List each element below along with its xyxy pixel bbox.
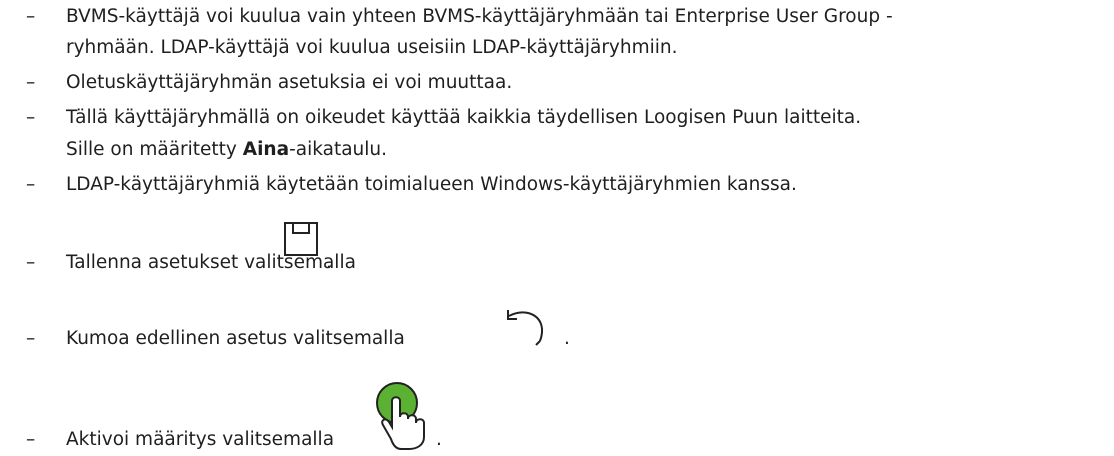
sentence-period: . [326,252,332,273]
bullet-dash: – [26,429,36,450]
bold-term: Aina [242,139,290,160]
item-text: Kumoa edellinen asetus valitsemalla [66,328,405,349]
bullet-dash: – [26,72,36,93]
save-icon [284,222,318,256]
bullet-dash: – [26,107,36,128]
bullet-dash: – [26,174,36,195]
item-text: BVMS-käyttäjä voi kuulua vain yhteen BVM… [66,6,893,27]
activate-hand-icon [376,382,425,450]
sentence-period: . [564,328,570,349]
item-text: Aktivoi määritys valitsemalla [66,429,335,450]
item-text: ryhmään. LDAP-käyttäjä voi kuulua useisi… [66,37,678,58]
undo-icon [507,310,543,346]
item-text: LDAP-käyttäjäryhmiä käytetään toimialuee… [66,174,797,195]
bullet-dash: – [26,6,36,27]
sentence-period: . [436,429,442,450]
bullet-dash: – [26,328,36,349]
bullet-dash: – [26,252,36,273]
item-text: Sille on määritetty Aina-aikataulu. [66,133,1106,166]
item-text: Oletuskäyttäjäryhmän asetuksia ei voi mu… [66,72,513,93]
text-run: -aikataulu. [289,139,388,160]
text-run: Sille on määritetty [66,139,243,160]
item-text: Tällä käyttäjäryhmällä on oikeudet käytt… [66,107,862,128]
item-text: Tallenna asetukset valitsemalla [66,252,356,273]
